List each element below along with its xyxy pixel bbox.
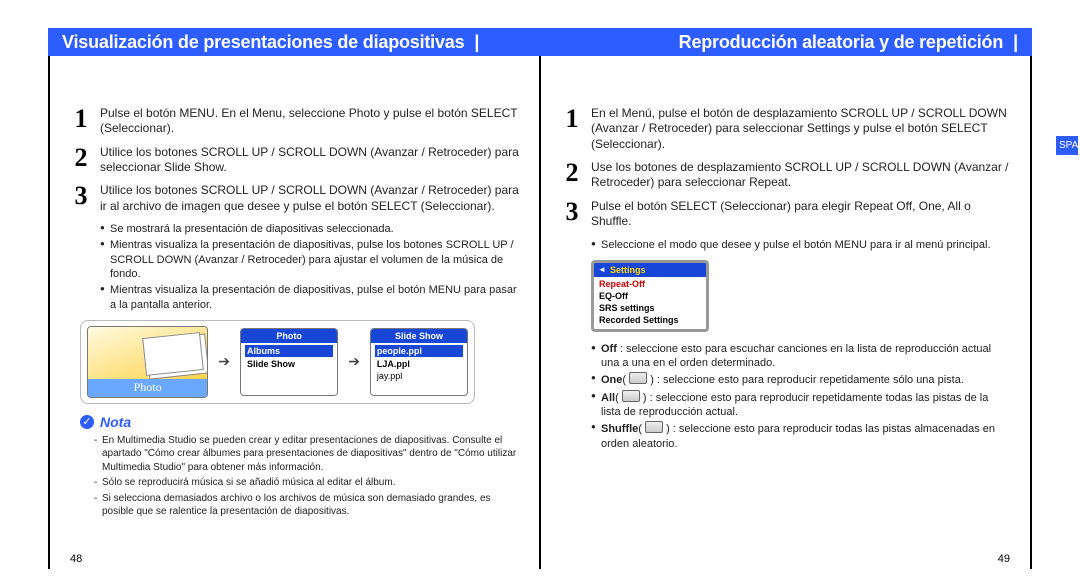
left-step-2: Utilice los botones SCROLL UP / SCROLL D… <box>70 145 519 176</box>
page-number-left: 48 <box>70 553 82 565</box>
note-icon: ✓ <box>80 415 94 429</box>
note-item: En Multimedia Studio se pueden crear y e… <box>94 434 519 475</box>
right-substep: Seleccione el modo que desee y pulse el … <box>591 238 1010 252</box>
right-step-3: Pulse el botón SELECT (Seleccionar) para… <box>561 199 1010 230</box>
mode-one: One( ) : seleccione esto para reproducir… <box>591 372 1010 387</box>
menu-item: people.ppl <box>375 345 463 357</box>
screen-title: Settings <box>594 263 706 277</box>
note-item: Si selecciona demasiados archivo o los a… <box>94 492 519 519</box>
device-screens-row: Photo ➔ Photo Albums Slide Show ➔ Slide … <box>80 320 475 404</box>
menu-item: jay.ppl <box>375 370 463 382</box>
menu-item: LJA.ppl <box>375 358 463 370</box>
screen-photo-home: Photo <box>87 326 208 398</box>
left-heading: Visualización de presentaciones de diapo… <box>62 32 464 53</box>
left-step-1: Pulse el botón MENU. En el Menu, selecci… <box>70 106 519 137</box>
menu-item: Slide Show <box>245 358 333 370</box>
screen-photo-label: Photo <box>88 379 207 397</box>
repeat-one-icon <box>629 372 647 384</box>
menu-item: Recorded Settings <box>596 314 704 326</box>
menu-item-repeat: Repeat-Off <box>596 278 704 290</box>
lang-tab: SPA <box>1056 136 1078 155</box>
menu-item: SRS settings <box>596 302 704 314</box>
arrow-icon: ➔ <box>218 353 230 370</box>
repeat-all-icon <box>622 390 640 402</box>
screen-photo-menu: Photo Albums Slide Show <box>240 328 338 396</box>
menu-item: Albums <box>245 345 333 357</box>
screen-slideshow-menu: Slide Show people.ppl LJA.ppl jay.ppl <box>370 328 468 396</box>
right-step-1: En el Menú, pulse el botón de desplazami… <box>561 106 1010 152</box>
mode-off: Off : seleccione esto para escuchar canc… <box>591 342 1010 371</box>
shuffle-icon <box>645 421 663 433</box>
mode-all: All( ) : seleccione esto para reproducir… <box>591 390 1010 420</box>
screen-title: Slide Show <box>371 329 467 343</box>
heading-sep-left: | <box>464 32 479 53</box>
right-step-2: Use los botones de desplazamiento SCROLL… <box>561 160 1010 191</box>
left-bullet: Mientras visualiza la presentación de di… <box>100 283 519 312</box>
right-heading: Reproducción aleatoria y de repetición <box>679 32 1004 53</box>
screen-title: Photo <box>241 329 337 343</box>
mode-shuffle: Shuffle( ) : seleccione esto para reprod… <box>591 421 1010 451</box>
left-step-3: Utilice los botones SCROLL UP / SCROLL D… <box>70 183 519 214</box>
left-bullet: Se mostrará la presentación de diapositi… <box>100 222 519 236</box>
note-item: Sólo se reproducirá música si se añadió … <box>94 476 519 490</box>
screen-settings: Settings Repeat-Off EQ-Off SRS settings … <box>591 260 709 332</box>
heading-sep-right: | <box>1003 32 1018 53</box>
arrow-icon: ➔ <box>348 353 360 370</box>
menu-item: EQ-Off <box>596 290 704 302</box>
note-title: Nota <box>100 414 131 430</box>
left-bullet: Mientras visualiza la presentación de di… <box>100 238 519 281</box>
page-number-right: 49 <box>998 553 1010 565</box>
